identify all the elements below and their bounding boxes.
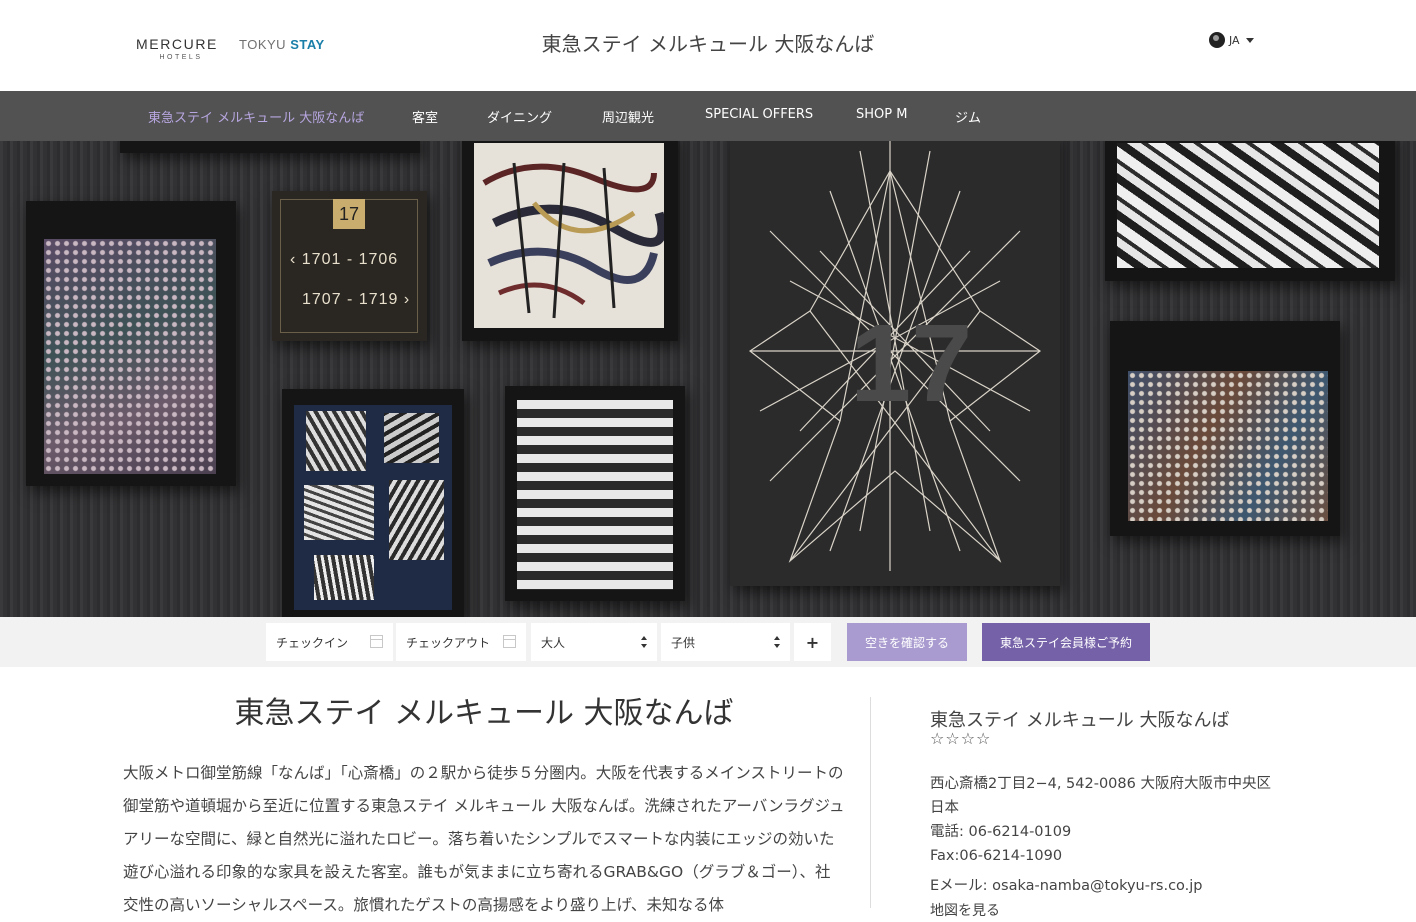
chevron-down-icon (1245, 37, 1254, 43)
hero-image: 17 ‹ 1701 - 1706 1707 - 1719 › 17 (0, 141, 1416, 617)
stripes-art (517, 400, 673, 590)
hotel-phone: 電話: 06-6214-0109 (930, 824, 1072, 840)
globe-icon (1209, 32, 1225, 48)
svg-text:17: 17 (850, 302, 972, 425)
booking-bar: チェックイン チェックアウト 大人 子供 + 空きを確認する 東急ステイ会員様ご… (0, 617, 1416, 667)
hotel-description: 大阪メトロ御堂筋線「なんば」「心斎橋」の２駅から徒歩５分圏内。大阪を代表するメイ… (123, 764, 845, 914)
checkin-field[interactable]: チェックイン (266, 623, 393, 661)
select-arrows-icon (774, 636, 780, 648)
check-availability-button[interactable]: 空きを確認する (847, 623, 967, 661)
chevron-right-icon: › (403, 291, 411, 308)
art-frame-calligraphy (462, 141, 678, 341)
chevron-left-icon: ‹ (290, 251, 297, 268)
art-frame-string: 17 (730, 141, 1060, 586)
dot-pattern-art (44, 239, 216, 474)
divider (870, 697, 871, 908)
nav-item-rooms[interactable]: 客室 (412, 107, 438, 126)
main-nav: 東急ステイ メルキュール 大阪なんば 客室 ダイニング 周辺観光 SPECIAL… (0, 91, 1416, 141)
email-label: Eメール: (930, 878, 993, 894)
email-link[interactable]: osaka-namba@tokyu-rs.co.jp (992, 878, 1202, 894)
checkin-placeholder: チェックイン (276, 635, 349, 650)
add-room-button[interactable]: + (794, 623, 831, 661)
site-title: 東急ステイ メルキュール 大阪なんば (541, 32, 875, 56)
art-frame (120, 141, 420, 153)
calendar-icon (503, 635, 516, 648)
art-frame-dots-right (1110, 321, 1340, 536)
calendar-icon (370, 635, 383, 648)
hotel-contact-info: 西心斎橋2丁目2−4, 542-0086 大阪府大阪市中央区 日本 電話: 06… (930, 772, 1280, 868)
hotel-country: 日本 (930, 800, 959, 816)
language-selector[interactable]: JA (1209, 32, 1254, 48)
view-map-link[interactable]: 地図を見る (930, 900, 1000, 920)
nav-item-dining[interactable]: ダイニング (487, 107, 552, 126)
member-booking-button[interactable]: 東急ステイ会員様ご予約 (982, 623, 1150, 661)
adults-select[interactable]: 大人 (531, 623, 657, 661)
hotel-email-row: Eメール: osaka-namba@tokyu-rs.co.jp (930, 874, 1203, 895)
language-label: JA (1229, 33, 1240, 47)
art-frame-dots (26, 201, 236, 486)
art-frame-brush (1105, 141, 1395, 281)
art-frame-collage (282, 389, 464, 617)
room-range-right: 1707 - 1719 (302, 291, 399, 308)
brush-pattern-art (1117, 143, 1379, 268)
art-frame-stripes (505, 386, 685, 601)
nav-item-gym[interactable]: ジム (955, 107, 981, 126)
calligraphy-art (482, 162, 667, 319)
page-title: 東急ステイ メルキュール 大阪なんば (234, 696, 734, 731)
room-range-left: 1701 - 1706 (301, 251, 399, 268)
children-label: 子供 (671, 635, 696, 650)
nav-item-shop-m[interactable]: SHOP M (856, 107, 907, 122)
nav-item-hotel[interactable]: 東急ステイ メルキュール 大阪なんば (148, 107, 364, 126)
checkout-placeholder: チェックアウト (406, 635, 491, 650)
adults-label: 大人 (541, 635, 566, 650)
nav-item-special-offers[interactable]: SPECIAL OFFERS (705, 107, 813, 122)
checkout-field[interactable]: チェックアウト (396, 623, 526, 661)
dot-pattern-art-right (1128, 371, 1328, 521)
floor-sign: 17 ‹ 1701 - 1706 1707 - 1719 › (272, 191, 427, 341)
floor-number: 17 (333, 199, 365, 229)
site-header: MERCURE HOTELS TOKYU STAY 東急ステイ メルキュール 大… (0, 0, 1416, 91)
string-art: 17 (748, 141, 1042, 571)
hotel-address: 西心斎橋2丁目2−4, 542-0086 大阪府大阪市中央区 (930, 776, 1271, 792)
star-rating: ☆☆☆☆ (930, 729, 992, 748)
hotel-fax: Fax:06-6214-1090 (930, 848, 1063, 864)
select-arrows-icon (641, 636, 647, 648)
children-select[interactable]: 子供 (661, 623, 790, 661)
nav-item-sightseeing[interactable]: 周辺観光 (602, 107, 654, 126)
